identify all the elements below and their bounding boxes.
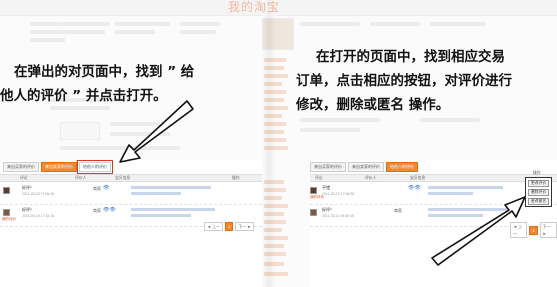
row-time: 2011-03-11 09:06:15 xyxy=(322,214,354,218)
user-avatar xyxy=(3,187,10,194)
left-instruction-line-2: 他人的评价 ” 并点击打开。 xyxy=(0,88,167,104)
right-table-header: 评论 评价人 宝贝信息 xyxy=(310,174,557,182)
item-link-2[interactable] xyxy=(428,214,483,217)
current-page[interactable]: 1 xyxy=(529,225,538,235)
user-avatar xyxy=(3,209,10,216)
col-item: 宝贝信息 xyxy=(410,176,426,180)
item-link-2[interactable] xyxy=(131,192,181,195)
item-link-2[interactable] xyxy=(428,192,473,195)
col-ops: 操作 xyxy=(232,176,240,180)
col-rating[interactable]: 评论 xyxy=(315,176,323,181)
item-link[interactable] xyxy=(131,208,215,211)
item-link-2[interactable] xyxy=(131,214,191,217)
left-pager: ◄ 上一 1 下一 ► xyxy=(204,222,255,231)
col-item: 宝贝信息 xyxy=(115,176,131,180)
tab-from-buyers[interactable]: 来自买家的评价 xyxy=(3,162,39,172)
table-row: 我的评价 不错 2011-03-23 17:06:26 👁👁 xyxy=(310,183,557,205)
row-who: 商家 xyxy=(93,186,101,191)
current-page[interactable]: 1 xyxy=(225,222,234,231)
row-rating: 不错 xyxy=(322,185,330,190)
change-review-button[interactable]: 更改评价 xyxy=(528,180,550,187)
row-time: 2011-03-23 17:06:26 xyxy=(322,192,355,196)
col-reviewer: 评价人 xyxy=(365,176,377,180)
ops-header: 操作 xyxy=(533,171,541,175)
prev-page-button[interactable]: ◄ 上一 xyxy=(510,222,528,238)
row-rating: 好评！ xyxy=(22,185,34,190)
eye-icon: 👁 xyxy=(103,185,110,191)
right-top-band xyxy=(276,0,557,16)
col-reviewer: 评价人 xyxy=(75,176,87,180)
user-avatar xyxy=(310,209,317,216)
item-link[interactable] xyxy=(131,186,211,189)
tab-from-sellers[interactable]: 来自卖家的评价 xyxy=(41,162,77,172)
left-review-tabs: 来自买家的评价 来自卖家的评价 给他人的评价 xyxy=(3,160,113,174)
item-link[interactable] xyxy=(428,208,508,211)
tab-reviews-given[interactable]: 给他人的评价 xyxy=(386,162,418,172)
row-who: 商家 xyxy=(93,208,101,213)
row-who: 商家 xyxy=(394,208,402,213)
eye-icon: 👁👁 xyxy=(408,185,421,191)
right-instruction-line-2: 订单，点击相应的按钮，对评价进行 xyxy=(296,73,512,89)
review-action-box: 更改评价 删除评价 更改匿名 xyxy=(525,177,553,207)
left-instruction: 在弹出的对页面中，找到 ” 给 他人的评价 ” 并点击打开。 xyxy=(0,60,245,108)
prev-page-button[interactable]: ◄ 上一 xyxy=(204,222,224,231)
eye-icon: 👁👁 xyxy=(103,207,116,213)
col-rating[interactable]: 评论 xyxy=(20,176,28,181)
left-review-panel: 来自买家的评价 来自卖家的评价 给他人的评价 评论 评价人 宝贝信息 操作 好评… xyxy=(0,160,262,287)
tab-reviews-given[interactable]: 给他人的评价 xyxy=(77,160,113,174)
user-avatar xyxy=(310,187,317,194)
left-instruction-line-1: 在弹出的对页面中，找到 ” 给 xyxy=(14,64,195,80)
left-top-band xyxy=(0,0,262,16)
right-review-panel: 来自买家的评价 来自卖家的评价 给他人的评价 评论 评价人 宝贝信息 我的评价 … xyxy=(310,160,557,287)
delete-review-button[interactable]: 删除评价 xyxy=(528,189,550,196)
tab-from-sellers[interactable]: 来自卖家的评价 xyxy=(348,162,384,172)
next-page-button[interactable]: 下一 ► xyxy=(235,222,255,231)
row-user-label: 我的评价 xyxy=(2,217,16,221)
tab-from-buyers[interactable]: 来自买家的评价 xyxy=(310,162,346,172)
item-link[interactable] xyxy=(428,186,503,189)
row-rating: 好评！ xyxy=(22,207,34,212)
table-row: 好评！ 2011-03-23 17:06:26 商家 👁 xyxy=(0,183,262,205)
right-instruction-line-1: 在打开的页面中，找到相应交易 xyxy=(316,49,505,65)
row-time: 2011-03-23 17:06:26 xyxy=(22,192,55,196)
right-instruction-line-3: 修改，删除或匿名 操作。 xyxy=(296,97,450,113)
panel-divider xyxy=(262,0,276,287)
change-anonymous-button[interactable]: 更改匿名 xyxy=(528,198,550,205)
row-rating: 好评！ xyxy=(322,207,334,212)
row-time: 2011-03-19 17:16:16 xyxy=(22,214,55,218)
right-pager: ◄ 上一 1 下一 ► xyxy=(510,222,557,238)
right-instruction: 在打开的页面中，找到相应交易 订单，点击相应的按钮，对评价进行 修改，删除或匿名… xyxy=(296,45,557,117)
left-table-header: 评论 评价人 宝贝信息 操作 xyxy=(0,174,262,182)
next-page-button[interactable]: 下一 ► xyxy=(539,222,557,238)
right-review-tabs: 来自买家的评价 来自卖家的评价 给他人的评价 xyxy=(310,162,418,172)
